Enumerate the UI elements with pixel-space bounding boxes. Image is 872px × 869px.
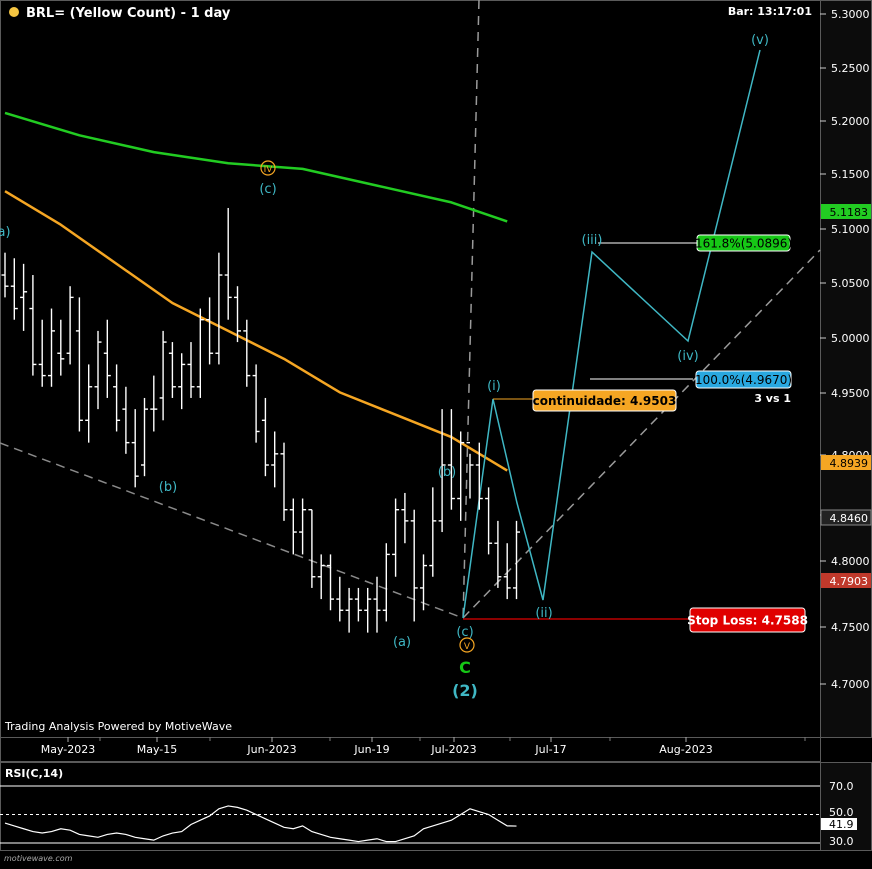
time-tick-label: Jul-2023 <box>430 743 476 756</box>
rsi-tick-label: 70.0 <box>829 780 854 793</box>
wave-label: (b) <box>438 465 456 480</box>
price-tick-label: 5.1500 <box>831 168 870 181</box>
wave-label: (iv) <box>677 349 698 364</box>
chart-canvas: a)(b)(c)IV(a)(b)(c)VC(2)(i)(ii)(iii)(iv)… <box>0 0 872 865</box>
wave-label: IV <box>264 165 274 175</box>
chart-root: a) (b) (c) IV (a) (b) (c) V C (2) (i) (ii) (iii) (iv)… <box>0 0 872 865</box>
wave-label: (b) <box>159 480 177 495</box>
wave-label: a) <box>0 225 11 240</box>
price-tick-label: 5.0500 <box>831 277 870 290</box>
time-tick-label: Jul-17 <box>534 743 566 756</box>
price-tick-label: 5.2000 <box>831 115 870 128</box>
price-tag-label: 5.1183 <box>830 206 869 219</box>
time-tick-label: May-2023 <box>41 743 96 756</box>
price-tick-label: 5.2500 <box>831 62 870 75</box>
wave-label: (ii) <box>535 606 552 621</box>
wave-label: (2) <box>452 681 478 700</box>
price-tick-label: 4.8000 <box>831 555 870 568</box>
continuidade-label-text: continuidade: 4.9503 <box>533 394 677 408</box>
wave-label: C <box>459 658 471 677</box>
price-tick-label: 4.9500 <box>831 387 870 400</box>
stop-loss-label-text: Stop Loss: 4.7588 <box>687 614 808 628</box>
wave-label: (i) <box>487 379 501 394</box>
price-tick-label: 5.0000 <box>831 332 870 345</box>
price-tick-label: 4.7500 <box>831 621 870 634</box>
price-tick-label: 5.1000 <box>831 223 870 236</box>
time-tick-label: Jun-19 <box>353 743 389 756</box>
wave-label: (iii) <box>582 233 603 248</box>
price-tag-label: 4.8460 <box>830 512 869 525</box>
ratio-label: 3 vs 1 <box>754 392 791 405</box>
rsi-title: RSI(C,14) <box>5 767 63 780</box>
wave-label: (c) <box>259 182 276 197</box>
time-tick-label: Jun-2023 <box>246 743 296 756</box>
fib-161-label-text: 161.8%(5.0896) <box>695 237 792 251</box>
rsi-tick-label: 30.0 <box>829 835 854 848</box>
time-tick-label: May-15 <box>137 743 178 756</box>
price-tick-label: 5.3000 <box>831 8 870 21</box>
price-tag-label: 4.8939 <box>830 457 869 470</box>
fib-100-label-text: 100.0%(4.9670) <box>695 373 792 387</box>
price-tag-label: 4.7903 <box>830 575 869 588</box>
chart-title: BRL= (Yellow Count) - 1 day <box>26 6 231 21</box>
price-tick-label: 4.7000 <box>831 678 870 691</box>
watermark: motivewave.com <box>4 854 73 863</box>
time-tick-label: Aug-2023 <box>659 743 712 756</box>
wave-label: V <box>464 642 471 652</box>
wave-label: (v) <box>751 33 769 48</box>
credit-text: Trading Analysis Powered by MotiveWave <box>4 720 232 733</box>
wave-label: (a) <box>393 635 411 650</box>
rsi-tick-label: 41.9 <box>829 818 854 831</box>
bar-time: Bar: 13:17:01 <box>728 5 812 18</box>
status-dot-icon <box>9 7 19 17</box>
